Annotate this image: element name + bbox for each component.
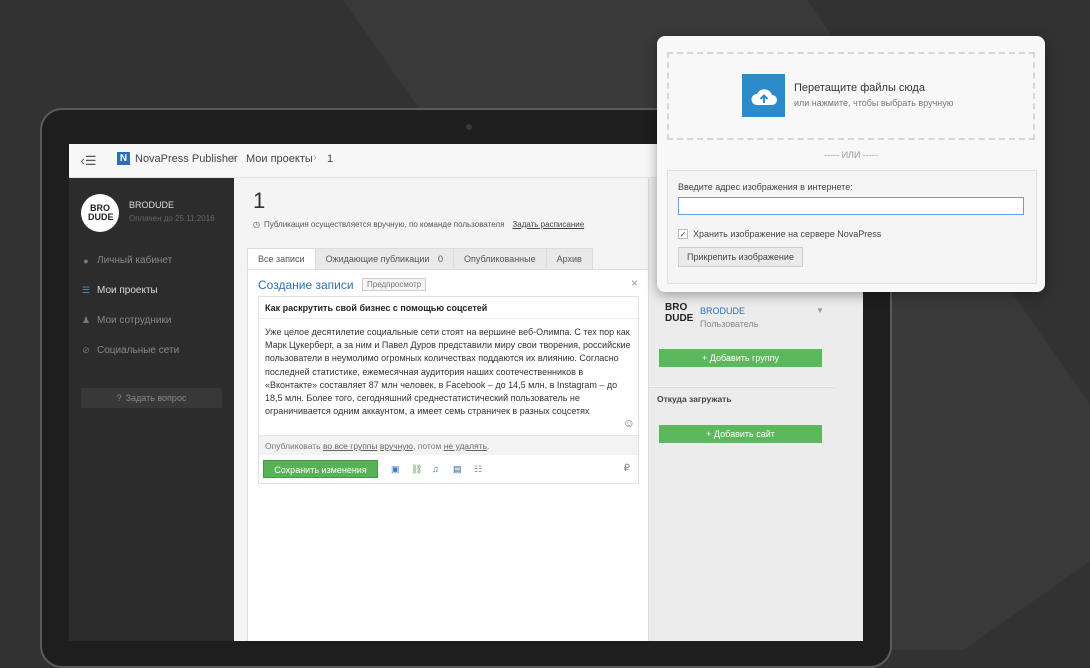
sidebar-item-label: Мои проекты [97, 285, 158, 296]
ruble-icon[interactable]: ₽ [624, 463, 630, 474]
schedule-info: ◷ Публикация осуществляется вручную, по … [253, 220, 584, 229]
link-icon[interactable]: ⛓ [411, 464, 422, 475]
publish-where-link[interactable]: во все группы [323, 441, 378, 451]
list-icon: ☰ [81, 285, 91, 295]
image-url-input[interactable] [678, 197, 1024, 215]
brand-logo: BRO DUDE [665, 302, 694, 324]
or-divider: ----- ИЛИ ----- [824, 150, 878, 160]
url-section: Введите адрес изображения в интернете: ✓… [667, 170, 1037, 284]
sidebar-item-employees[interactable]: ♟ Мои сотрудники [81, 315, 171, 326]
divider [259, 318, 638, 319]
add-site-button[interactable]: + Добавить сайт [659, 425, 822, 443]
group-role: Пользователь [700, 319, 759, 329]
publish-options: Опубликовать во все группы вручную, пото… [259, 435, 638, 455]
file-drop-zone[interactable]: Перетащите файлы сюда или нажмите, чтобы… [667, 52, 1035, 140]
image-upload-popup: Перетащите файлы сюда или нажмите, чтобы… [657, 36, 1045, 292]
breadcrumb-separator-icon: › [232, 152, 236, 164]
sidebar: BRO DUDE BRODUDE Оплачен до 25.11.2016 ●… [69, 178, 234, 641]
paid-until: Оплачен до 25.11.2016 [129, 214, 215, 223]
drop-title: Перетащите файлы сюда [794, 82, 925, 94]
post-body[interactable]: Уже целое десятилетие социальные сети ст… [265, 326, 633, 418]
publish-suffix: . [487, 441, 490, 451]
tab-label: Ожидающие публикации [325, 254, 430, 264]
cloud-upload-icon [742, 74, 785, 117]
tab-archive[interactable]: Архив [545, 248, 593, 271]
keep-on-server-label[interactable]: Хранить изображение на сервере NovaPress [693, 229, 881, 239]
tab-count: 0 [437, 254, 443, 264]
preview-button[interactable]: Предпросмотр [362, 278, 427, 291]
set-schedule-link[interactable]: Задать расписание [512, 220, 584, 229]
divider [649, 386, 834, 388]
source-label: Откуда загружать [657, 394, 732, 404]
sidebar-item-projects[interactable]: ☰ Мои проекты [81, 285, 158, 296]
publish-how-link[interactable]: вручную [380, 441, 413, 451]
breadcrumb-projects[interactable]: Мои проекты [246, 153, 313, 165]
add-group-button[interactable]: + Добавить группу [659, 349, 822, 367]
breadcrumb-current: 1 [327, 153, 334, 165]
poll-icon[interactable]: ☷ [474, 464, 482, 475]
team-icon: ♟ [81, 315, 91, 325]
tab-published[interactable]: Опубликованные [452, 248, 547, 271]
tab-pending[interactable]: Ожидающие публикации 0 [314, 248, 454, 271]
sidebar-item-label: Социальные сети [97, 345, 180, 356]
group-name[interactable]: BRODUDE [700, 306, 745, 316]
avatar[interactable]: BRO DUDE [81, 194, 119, 232]
sidebar-item-cabinet[interactable]: ● Личный кабинет [81, 255, 172, 266]
ask-question-label: Задать вопрос [125, 393, 187, 403]
emoji-icon[interactable]: ☺ [623, 416, 635, 430]
attach-image-button[interactable]: Прикрепить изображение [678, 247, 803, 267]
breadcrumb-separator-icon: › [313, 152, 317, 164]
save-button[interactable]: Сохранить изменения [263, 460, 378, 478]
app-logo-icon: N [117, 152, 130, 165]
tabs: Все записи Ожидающие публикации 0 Опубли… [247, 248, 593, 271]
sidebar-item-label: Личный кабинет [97, 255, 173, 266]
document-icon[interactable]: ▤ [453, 464, 462, 475]
editor-toolbar: Сохранить изменения ▣ ⛓ ♫ ▤ ☷ ₽ [259, 456, 638, 482]
chevron-down-icon[interactable]: ▼ [816, 306, 824, 315]
camera-dot [466, 124, 472, 130]
collapse-menu-icon[interactable]: ‹☰ [69, 144, 108, 177]
ask-question-button[interactable]: ? Задать вопрос [81, 388, 222, 408]
clock-icon: ◷ [253, 220, 260, 229]
share-icon: ⊘ [82, 345, 90, 355]
schedule-text: Публикация осуществляется вручную, по ко… [263, 220, 505, 229]
keep-on-server-checkbox[interactable]: ✓ [678, 229, 688, 239]
tab-all[interactable]: Все записи [247, 248, 316, 271]
sidebar-item-label: Мои сотрудники [97, 315, 172, 326]
page-title: 1 [253, 188, 266, 213]
image-icon[interactable]: ▣ [391, 464, 400, 475]
publish-prefix: Опубликовать [265, 441, 321, 451]
close-icon[interactable]: × [631, 276, 638, 290]
url-label: Введите адрес изображения в интернете: [678, 182, 853, 192]
user-icon: ● [83, 255, 89, 266]
music-icon[interactable]: ♫ [432, 464, 439, 474]
card-heading: Создание записи [258, 278, 354, 292]
user-name: BRODUDE [129, 200, 175, 210]
publish-after-link[interactable]: не удалять [444, 441, 487, 451]
post-editor[interactable]: Как раскрутить свой бизнес с помощью соц… [258, 296, 639, 484]
post-editor-card: Создание записи Предпросмотр × Как раскр… [247, 269, 649, 641]
publish-middle: , потом [413, 441, 442, 451]
question-icon: ? [116, 393, 122, 403]
main-content: 1 ◷ Публикация осуществляется вручную, п… [235, 178, 649, 641]
drop-subtitle: или нажмите, чтобы выбрать вручную [794, 98, 954, 108]
app-name[interactable]: NovaPress Publisher [135, 153, 238, 165]
post-title[interactable]: Как раскрутить свой бизнес с помощью соц… [265, 303, 487, 313]
sidebar-item-social[interactable]: ⊘ Социальные сети [81, 345, 179, 356]
